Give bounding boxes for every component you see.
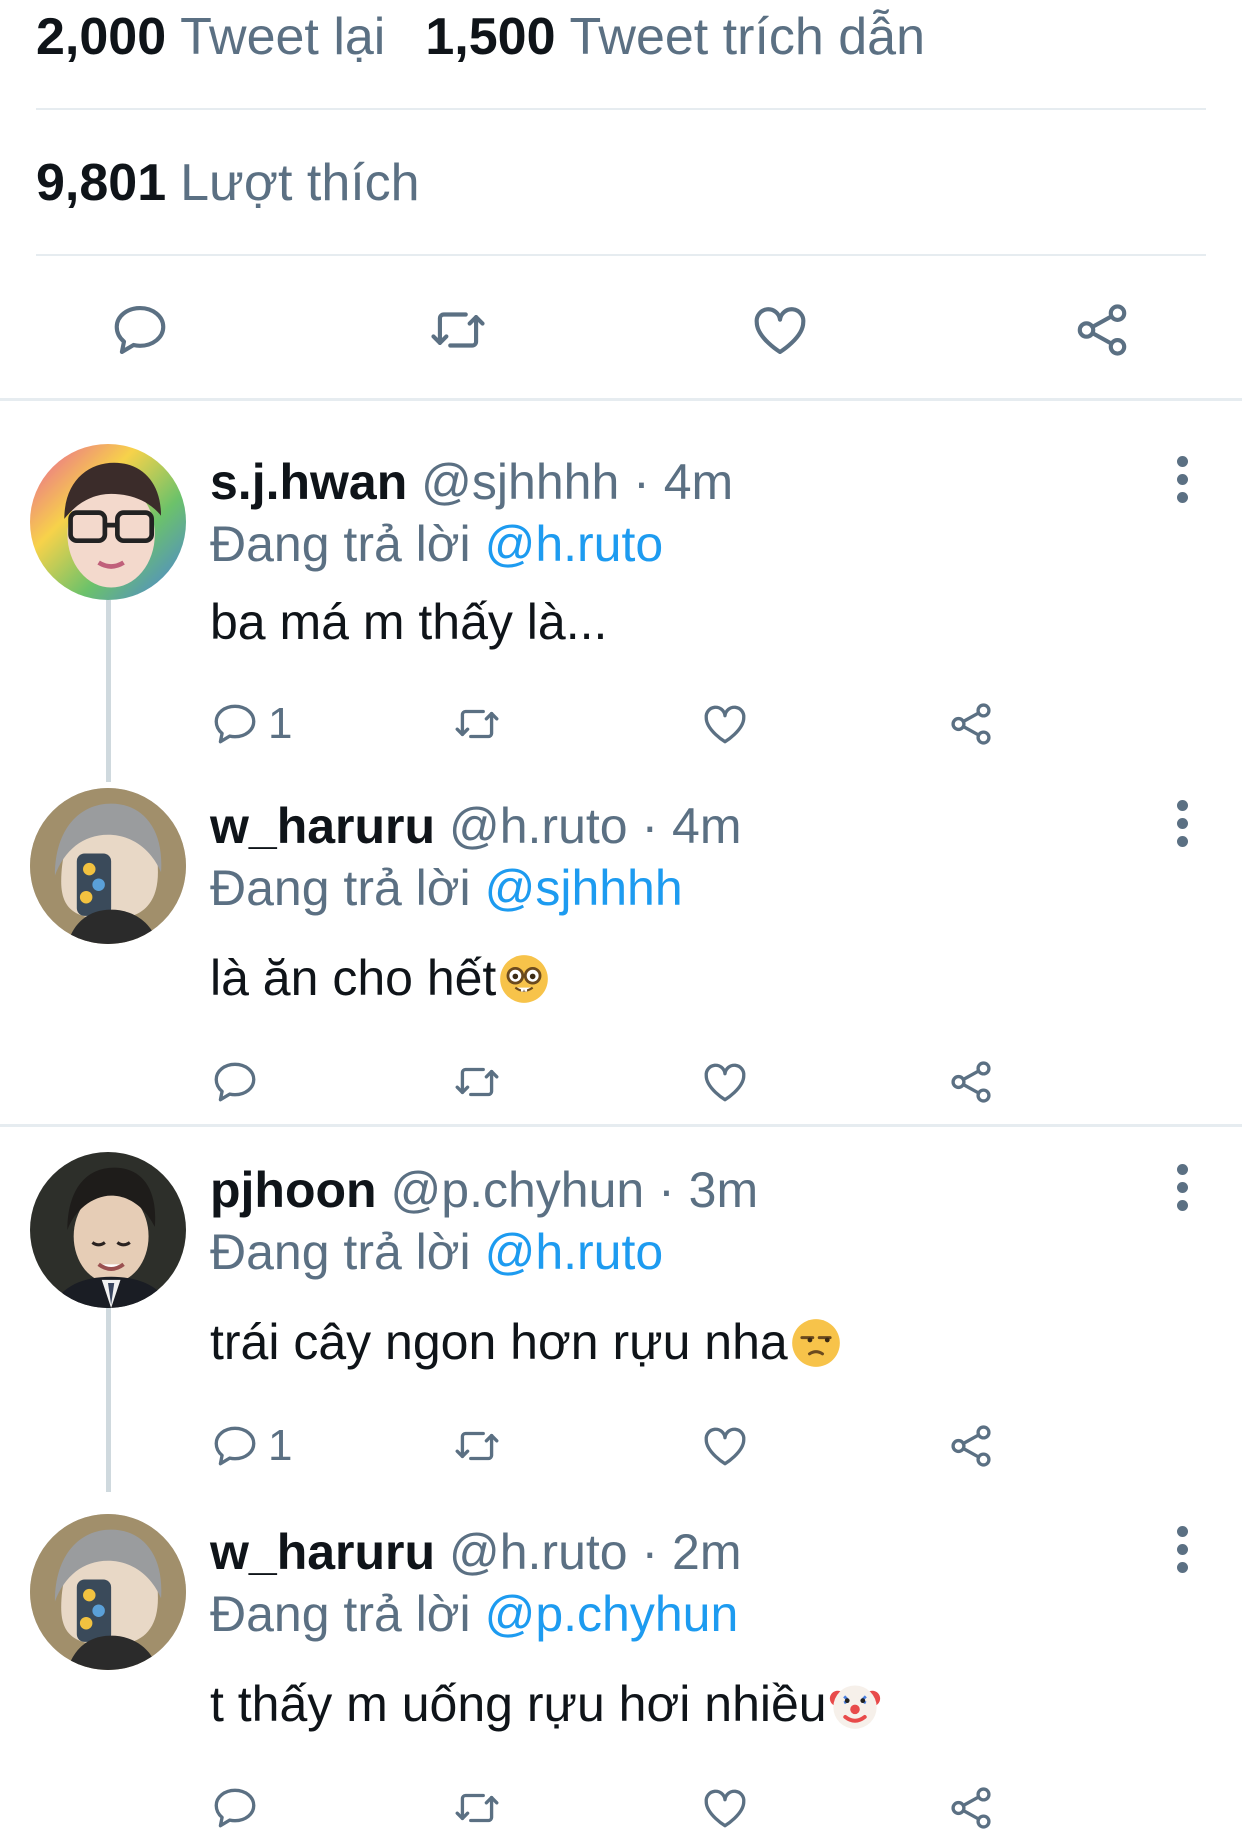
reply-icon[interactable] bbox=[210, 1778, 268, 1838]
avatar[interactable] bbox=[30, 788, 186, 944]
display-name[interactable]: s.j.hwan bbox=[210, 454, 407, 510]
likes-count: 9,801 bbox=[36, 154, 167, 212]
retweets-label: Tweet lại bbox=[180, 8, 386, 66]
retweet-icon[interactable] bbox=[452, 1416, 502, 1476]
reply-header: pjhoon @p.chyhun · 3m bbox=[210, 1160, 758, 1220]
reply-count: 1 bbox=[268, 1421, 293, 1470]
section-divider bbox=[0, 398, 1242, 401]
avatar[interactable] bbox=[30, 1152, 186, 1308]
reply-icon[interactable] bbox=[210, 1052, 268, 1112]
handle-and-time: @sjhhhh · 4m bbox=[421, 454, 734, 510]
reply-text: trái cây ngon hơn rựu nha bbox=[210, 1312, 842, 1372]
quote-tweets-stat[interactable]: 1,500 Tweet trích dẫn bbox=[425, 7, 925, 67]
likes-stat[interactable]: 9,801 Lượt thích bbox=[36, 153, 420, 213]
share-icon[interactable] bbox=[946, 1052, 996, 1112]
replying-to: Đang trả lời @h.ruto bbox=[210, 1222, 663, 1282]
nerd-face-emoji bbox=[498, 953, 550, 1005]
quotes-label: Tweet trích dẫn bbox=[569, 8, 926, 66]
replying-prefix: Đang trả lời bbox=[210, 516, 471, 572]
quotes-count: 1,500 bbox=[425, 8, 556, 66]
reply-header: w_haruru @h.ruto · 2m bbox=[210, 1522, 741, 1582]
display-name[interactable]: w_haruru bbox=[210, 798, 435, 854]
replying-to: Đang trả lời @sjhhhh bbox=[210, 858, 683, 918]
reply-header: s.j.hwan @sjhhhh · 4m bbox=[210, 452, 733, 512]
more-options-icon[interactable] bbox=[1172, 456, 1192, 504]
retweet-icon[interactable] bbox=[452, 694, 502, 754]
heart-icon[interactable] bbox=[700, 1416, 750, 1476]
tweet-action-bar bbox=[0, 270, 1242, 390]
likes-divider bbox=[36, 254, 1206, 256]
reply-tweet[interactable]: pjhoon @p.chyhun · 3m Đang trả lời @h.ru… bbox=[0, 1152, 1242, 1482]
avatar[interactable] bbox=[30, 444, 186, 600]
reply-text: là ăn cho hết bbox=[210, 948, 550, 1008]
heart-icon[interactable] bbox=[700, 694, 750, 754]
display-name[interactable]: w_haruru bbox=[210, 1524, 435, 1580]
reply-action-bar: 1 bbox=[210, 1416, 1010, 1476]
reply-tweet[interactable]: w_haruru @h.ruto · 4m Đang trả lời @sjhh… bbox=[0, 788, 1242, 1118]
handle-and-time: @p.chyhun · 3m bbox=[390, 1162, 759, 1218]
display-name[interactable]: pjhoon bbox=[210, 1162, 377, 1218]
reply-action-bar bbox=[210, 1052, 1010, 1112]
mention-link[interactable]: @p.chyhun bbox=[485, 1586, 739, 1642]
heart-icon[interactable] bbox=[746, 296, 814, 364]
more-options-icon[interactable] bbox=[1172, 1164, 1192, 1212]
reply-text-content: t thấy m uống rựu hơi nhiều bbox=[210, 1676, 827, 1732]
handle-and-time: @h.ruto · 4m bbox=[448, 798, 742, 854]
thread-divider bbox=[0, 1124, 1242, 1127]
stats-divider bbox=[36, 108, 1206, 110]
clown-face-emoji bbox=[829, 1679, 881, 1731]
mention-link[interactable]: @h.ruto bbox=[485, 516, 664, 572]
handle-and-time: @h.ruto · 2m bbox=[448, 1524, 742, 1580]
replying-prefix: Đang trả lời bbox=[210, 1224, 471, 1280]
mention-link[interactable]: @h.ruto bbox=[485, 1224, 664, 1280]
mention-link[interactable]: @sjhhhh bbox=[485, 860, 683, 916]
likes-label: Lượt thích bbox=[180, 154, 420, 212]
share-icon[interactable] bbox=[946, 694, 996, 754]
reply-header: w_haruru @h.ruto · 4m bbox=[210, 796, 741, 856]
reply-text-content: trái cây ngon hơn rựu nha bbox=[210, 1314, 788, 1370]
reply-action-bar bbox=[210, 1778, 1010, 1838]
retweet-icon[interactable] bbox=[452, 1778, 502, 1838]
replying-to: Đang trả lời @p.chyhun bbox=[210, 1584, 738, 1644]
more-options-icon[interactable] bbox=[1172, 800, 1192, 848]
reply-icon[interactable]: 1 bbox=[210, 694, 292, 754]
reply-tweet[interactable]: w_haruru @h.ruto · 2m Đang trả lời @p.ch… bbox=[0, 1514, 1242, 1836]
reply-action-bar: 1 bbox=[210, 694, 1010, 754]
reply-count: 1 bbox=[268, 699, 293, 748]
engagement-stats-row: 2,000 Tweet lại 1,500 Tweet trích dẫn bbox=[36, 0, 1206, 92]
share-icon[interactable] bbox=[1068, 296, 1136, 364]
avatar[interactable] bbox=[30, 1514, 186, 1670]
more-options-icon[interactable] bbox=[1172, 1526, 1192, 1574]
retweets-stat[interactable]: 2,000 Tweet lại bbox=[36, 7, 385, 67]
replying-prefix: Đang trả lời bbox=[210, 860, 471, 916]
heart-icon[interactable] bbox=[700, 1778, 750, 1838]
share-icon[interactable] bbox=[946, 1778, 996, 1838]
reply-text-content: là ăn cho hết bbox=[210, 950, 497, 1006]
replying-prefix: Đang trả lời bbox=[210, 1586, 471, 1642]
reply-tweet[interactable]: s.j.hwan @sjhhhh · 4m Đang trả lời @h.ru… bbox=[0, 444, 1242, 774]
retweet-icon[interactable] bbox=[452, 1052, 502, 1112]
share-icon[interactable] bbox=[946, 1416, 996, 1476]
reply-text-content: ba má m thấy là... bbox=[210, 594, 608, 650]
reply-text: ba má m thấy là... bbox=[210, 592, 607, 652]
retweet-icon[interactable] bbox=[424, 296, 492, 364]
retweets-count: 2,000 bbox=[36, 8, 167, 66]
heart-icon[interactable] bbox=[700, 1052, 750, 1112]
replying-to: Đang trả lời @h.ruto bbox=[210, 514, 663, 574]
likes-stats-row: 9,801 Lượt thích bbox=[36, 128, 1206, 238]
reply-icon[interactable]: 1 bbox=[210, 1416, 292, 1476]
reply-icon[interactable] bbox=[106, 296, 174, 364]
reply-text: t thấy m uống rựu hơi nhiều bbox=[210, 1674, 881, 1734]
unamused-face-emoji bbox=[790, 1317, 842, 1369]
